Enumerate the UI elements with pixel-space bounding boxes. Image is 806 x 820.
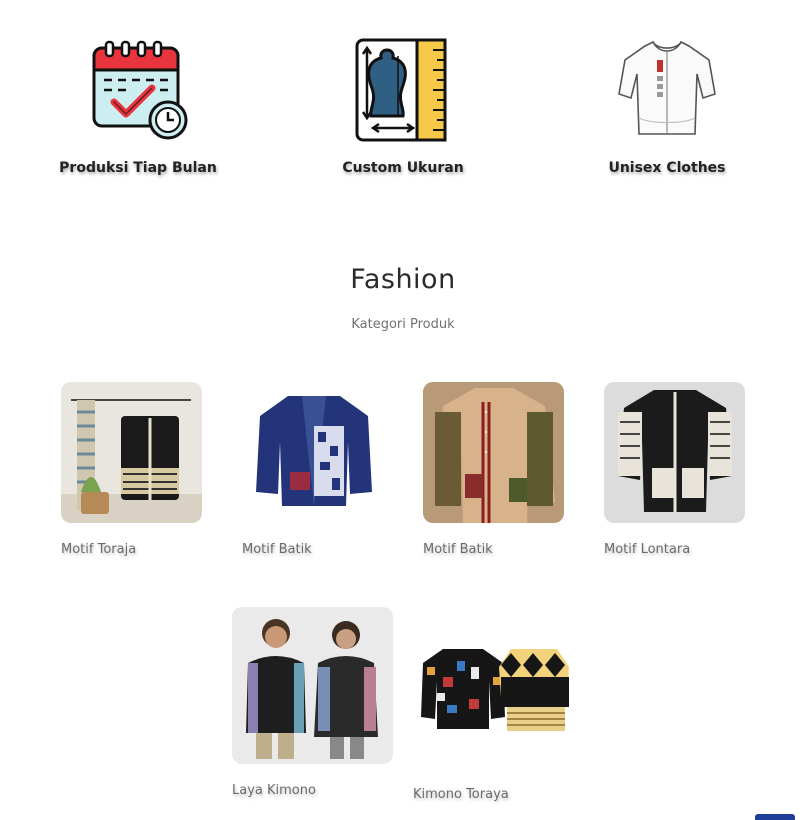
product-image[interactable] [61,382,202,523]
feature-production: Produksi Tiap Bulan [28,38,248,176]
calendar-check-icon [92,40,188,140]
product-name[interactable]: Laya Kimono [232,783,316,798]
feature-label: Unisex Clothes [608,160,726,176]
white-shirt-icon [618,40,716,135]
tailor-mannequin-ruler-icon [355,38,447,142]
feature-custom-size: Custom Ukuran [293,38,513,176]
product-image[interactable] [242,382,383,523]
section-title: Fashion [350,264,456,295]
feature-unisex: Unisex Clothes [557,38,777,176]
section-subtitle: Kategori Produk [351,317,455,332]
product-card[interactable]: Laya Kimono [232,607,393,798]
product-name[interactable]: Motif Toraja [61,542,136,557]
product-image[interactable] [423,382,564,523]
product-card[interactable]: Motif Lontara [604,382,745,557]
product-card[interactable]: Kimono Toraya [413,607,574,802]
product-image[interactable] [232,607,393,764]
scroll-to-top-button[interactable] [755,814,795,820]
product-card[interactable]: Motif Batik [423,382,564,557]
product-image[interactable] [413,607,574,768]
product-card[interactable]: Motif Batik [242,382,383,557]
feature-label: Custom Ukuran [342,160,464,176]
feature-label: Produksi Tiap Bulan [59,160,217,176]
product-name[interactable]: Kimono Toraya [413,787,509,802]
product-name[interactable]: Motif Batik [242,542,312,557]
product-image[interactable] [604,382,745,523]
product-name[interactable]: Motif Batik [423,542,493,557]
product-name[interactable]: Motif Lontara [604,542,690,557]
product-card[interactable]: Motif Toraja [61,382,202,557]
